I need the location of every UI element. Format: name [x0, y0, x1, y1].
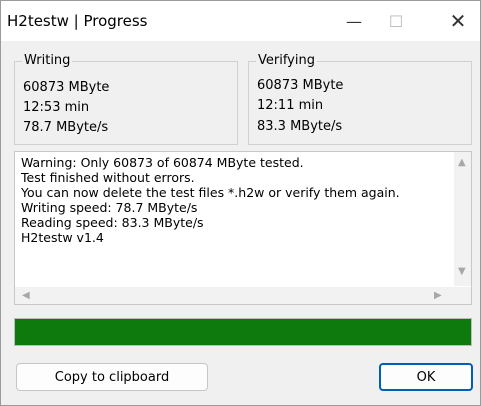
maximize-icon: ☐	[388, 11, 404, 31]
window-title: H2testw | Progress	[7, 12, 148, 30]
writing-time: 12:53 min	[23, 100, 90, 115]
horizontal-scrollbar[interactable]: ◀ ▶	[15, 287, 471, 304]
vertical-scrollbar[interactable]: ▲ ▼	[454, 152, 471, 286]
writing-size: 60873 MByte	[23, 80, 110, 95]
writing-speed: 78.7 MByte/s	[23, 120, 109, 135]
minimize-button[interactable]: —	[331, 3, 377, 39]
log-text: Warning: Only 60873 of 60874 MByte teste…	[21, 155, 400, 245]
scroll-down-icon[interactable]: ▼	[458, 266, 466, 277]
copy-to-clipboard-button[interactable]: Copy to clipboard	[16, 363, 208, 391]
progress-window: H2testw | Progress — ☐ ✕ Writing 60873 M…	[0, 0, 481, 406]
writing-group: Writing 60873 MByte 12:53 min 78.7 MByte…	[14, 53, 238, 145]
verifying-speed: 83.3 MByte/s	[257, 119, 343, 134]
scroll-right-icon[interactable]: ▶	[434, 290, 442, 301]
log-textbox[interactable]: Warning: Only 60873 of 60874 MByte teste…	[14, 151, 472, 305]
minimize-icon: —	[346, 11, 362, 31]
ok-button[interactable]: OK	[379, 363, 473, 391]
verifying-size: 60873 MByte	[257, 78, 344, 93]
verifying-group: Verifying 60873 MByte 12:11 min 83.3 MBy…	[248, 53, 472, 145]
close-icon: ✕	[449, 9, 467, 33]
maximize-button: ☐	[373, 3, 419, 39]
close-button[interactable]: ✕	[435, 3, 481, 39]
progress-fill	[15, 319, 471, 345]
scroll-up-icon[interactable]: ▲	[458, 157, 466, 168]
title-bar[interactable]: H2testw | Progress — ☐ ✕	[1, 1, 480, 41]
scroll-left-icon[interactable]: ◀	[22, 290, 30, 301]
verifying-time: 12:11 min	[257, 98, 324, 113]
progress-bar	[14, 318, 472, 346]
writing-group-title: Writing	[22, 53, 73, 68]
verifying-group-title: Verifying	[256, 53, 317, 68]
